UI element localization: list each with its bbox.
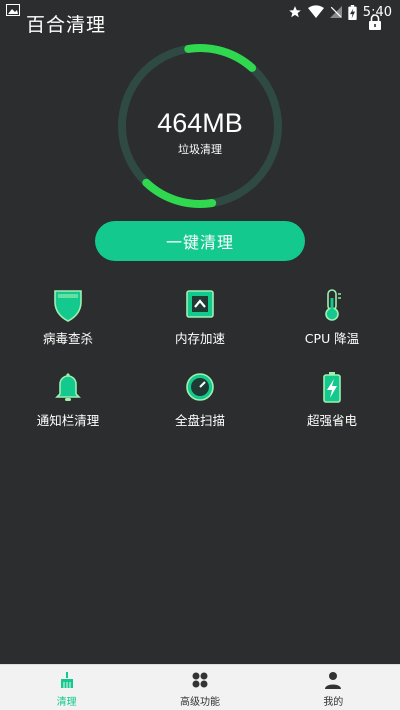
thermometer-icon	[325, 289, 341, 321]
shield-icon	[54, 290, 82, 322]
tab-label: 高级功能	[179, 697, 220, 708]
gauge-arc-bottom	[142, 178, 217, 208]
image-notification-icon	[6, 4, 20, 16]
feature-label: 内存加速	[174, 331, 225, 346]
junk-size-value: 464MB	[157, 108, 243, 138]
gauge-arc-top	[184, 44, 257, 72]
tab-advanced[interactable]: 高级功能	[133, 665, 266, 710]
junk-clean-label: 垃圾清理	[178, 143, 222, 156]
battery-charging-icon	[348, 4, 357, 20]
broom-icon	[60, 672, 73, 688]
star-icon	[288, 6, 301, 18]
tab-label: 清理	[56, 697, 77, 708]
feature-memory-boost[interactable]: 内存加速	[140, 288, 260, 348]
gauge-scan-icon	[186, 373, 214, 401]
bell-icon	[55, 373, 81, 401]
feature-cpu-cooling[interactable]: CPU 降温	[272, 288, 392, 348]
feature-notification-clean[interactable]: 通知栏清理	[8, 370, 128, 430]
memory-boost-icon	[186, 290, 214, 318]
feature-full-scan[interactable]: 全盘扫描	[140, 370, 260, 430]
feature-virus-scan[interactable]: 病毒查杀	[8, 288, 128, 348]
lock-icon	[369, 14, 381, 30]
app-title: 百合清理	[26, 14, 107, 36]
wifi-icon	[307, 5, 324, 18]
feature-power-saving[interactable]: 超强省电	[272, 370, 392, 430]
tab-label: 我的	[323, 697, 344, 708]
feature-label: 超强省电	[306, 413, 357, 428]
battery-icon	[323, 372, 341, 403]
feature-label: 病毒查杀	[42, 331, 93, 346]
feature-label: 通知栏清理	[36, 413, 100, 428]
one-click-clean-button[interactable]: 一键清理	[95, 221, 305, 261]
tab-mine[interactable]: 我的	[267, 665, 400, 710]
no-signal-icon	[329, 6, 342, 18]
feature-label: CPU 降温	[304, 331, 360, 346]
bottom-tab-bar: 清理 高级功能 我的	[0, 664, 400, 710]
feature-label: 全盘扫描	[174, 413, 225, 428]
tab-clean[interactable]: 清理	[0, 665, 133, 710]
user-icon	[325, 672, 342, 689]
grid-icon	[192, 672, 208, 688]
